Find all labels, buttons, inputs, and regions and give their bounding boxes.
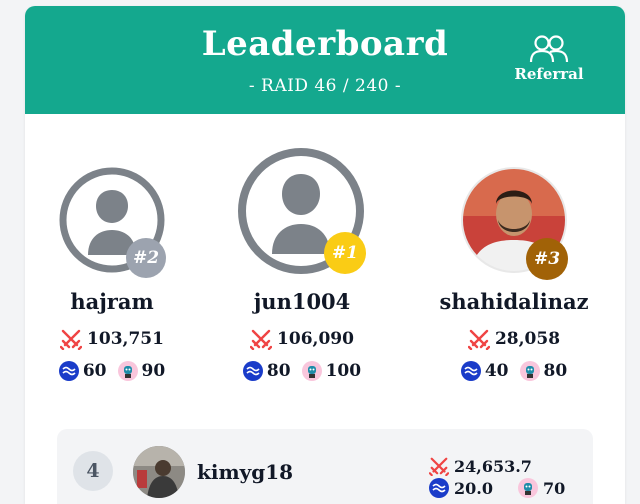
rank-number: 4: [73, 451, 113, 491]
steem-coin-icon: [460, 361, 481, 381]
referral-label: Referral: [514, 65, 584, 83]
podium-avatar-3[interactable]: #3: [460, 166, 568, 280]
avatar: [133, 446, 185, 498]
podium-rewards-3: 40 80: [414, 361, 614, 381]
pets-value: 100: [325, 361, 362, 381]
podium-username-1[interactable]: jun1004: [202, 289, 402, 314]
podium-rewards-1: 80 100: [202, 361, 402, 381]
referral-button[interactable]: Referral: [513, 34, 585, 83]
pet-icon: [517, 478, 538, 498]
damage-value: 28,058: [494, 329, 561, 349]
damage-value: 24,653.7: [454, 456, 532, 476]
list-username[interactable]: kimyg18: [197, 460, 293, 484]
podium-avatar-1[interactable]: #1: [236, 146, 366, 276]
rank-badge-1: #1: [324, 232, 366, 274]
podium-rewards-2: 60 90: [25, 361, 212, 381]
leaderboard-header: Leaderboard - RAID 46 / 240 - Referral: [25, 6, 625, 114]
crossed-swords-icon: [429, 457, 449, 476]
steem-coin-icon: [58, 361, 79, 381]
steem-value: 40: [484, 361, 509, 381]
pet-icon: [519, 361, 540, 381]
leaderboard-card: Leaderboard - RAID 46 / 240 - Referral #…: [25, 6, 625, 504]
steem-value: 20.0: [454, 478, 493, 498]
podium-username-3[interactable]: shahidalinaz: [414, 289, 614, 314]
pet-icon: [117, 361, 138, 381]
podium-damage-3: 28,058: [414, 328, 614, 350]
rank-badge-2: #2: [126, 238, 166, 278]
damage-value: 106,090: [277, 329, 354, 349]
user-photo-avatar: [133, 446, 185, 498]
damage-value: 103,751: [87, 329, 164, 349]
steem-value: 60: [82, 361, 107, 381]
crossed-swords-icon: [60, 329, 83, 350]
crossed-swords-icon: [250, 329, 273, 350]
users-icon: [529, 35, 569, 63]
pets-value: 80: [543, 361, 568, 381]
podium-damage-2: 103,751: [25, 328, 212, 350]
crossed-swords-icon: [467, 329, 490, 350]
podium-avatar-2[interactable]: #2: [58, 166, 166, 278]
podium-damage-1: 106,090: [202, 328, 402, 350]
pet-icon: [301, 361, 322, 381]
steem-coin-icon: [429, 478, 449, 498]
rank-badge-3: #3: [526, 238, 568, 280]
steem-coin-icon: [242, 361, 263, 381]
list-item[interactable]: 4 kimyg18 24,653.7 20.0 70: [57, 429, 593, 504]
podium-username-2[interactable]: hajram: [25, 289, 212, 314]
pets-value: 90: [141, 361, 166, 381]
steem-value: 80: [266, 361, 291, 381]
list-stats: 24,653.7 20.0 70: [429, 455, 565, 499]
pets-value: 70: [542, 478, 566, 498]
